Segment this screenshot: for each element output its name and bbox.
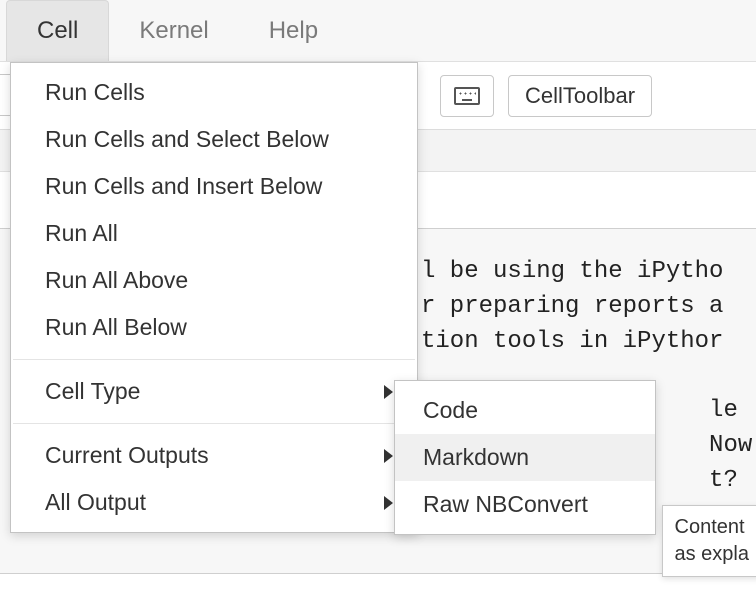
menu-divider — [13, 423, 415, 424]
menu-item-run-cells[interactable]: Run Cells — [11, 69, 417, 116]
menu-bar: Cell Kernel Help — [0, 0, 756, 62]
menu-item-label: Code — [423, 397, 478, 424]
menu-help[interactable]: Help — [239, 0, 348, 61]
tooltip-line: as expla — [675, 541, 750, 568]
menu-item-run-all[interactable]: Run All — [11, 210, 417, 257]
tooltip-line: Content — [675, 514, 750, 541]
menu-item-run-all-below[interactable]: Run All Below — [11, 304, 417, 351]
menu-item-label: All Output — [45, 489, 146, 516]
cell-dropdown-menu: Run Cells Run Cells and Select Below Run… — [10, 62, 418, 533]
menu-kernel[interactable]: Kernel — [109, 0, 238, 61]
menu-item-label: Run Cells and Select Below — [45, 126, 329, 153]
menu-cell[interactable]: Cell — [6, 0, 109, 61]
menu-item-label: Run Cells — [45, 79, 145, 106]
cell-toolbar-button[interactable]: CellToolbar — [508, 75, 652, 117]
menu-item-label: Raw NBConvert — [423, 491, 588, 518]
keyboard-shortcuts-button[interactable] — [440, 75, 494, 117]
chevron-right-icon — [384, 449, 393, 463]
menu-item-label: Run All Above — [45, 267, 188, 294]
menu-item-cell-type[interactable]: Cell Type — [11, 368, 417, 415]
menu-divider — [13, 359, 415, 360]
chevron-right-icon — [384, 385, 393, 399]
tooltip: Content as expla — [662, 505, 756, 577]
submenu-item-markdown[interactable]: Markdown — [395, 434, 655, 481]
menu-item-label: Run Cells and Insert Below — [45, 173, 322, 200]
menu-item-label: Current Outputs — [45, 442, 209, 469]
menu-item-run-cells-select-below[interactable]: Run Cells and Select Below — [11, 116, 417, 163]
submenu-item-raw-nbconvert[interactable]: Raw NBConvert — [395, 481, 655, 528]
menu-item-current-outputs[interactable]: Current Outputs — [11, 432, 417, 479]
chevron-right-icon — [384, 496, 393, 510]
menu-item-run-all-above[interactable]: Run All Above — [11, 257, 417, 304]
menu-item-label: Markdown — [423, 444, 529, 471]
menu-item-label: Cell Type — [45, 378, 140, 405]
cell-line: tion tools in iPythor — [421, 328, 723, 355]
menu-item-label: Run All — [45, 220, 118, 247]
submenu-item-code[interactable]: Code — [395, 387, 655, 434]
menu-item-run-cells-insert-below[interactable]: Run Cells and Insert Below — [11, 163, 417, 210]
cell-type-submenu: Code Markdown Raw NBConvert — [394, 380, 656, 535]
menu-item-all-output[interactable]: All Output — [11, 479, 417, 526]
keyboard-icon — [454, 87, 480, 105]
cell-line: l be using the iPytho — [421, 258, 723, 285]
menu-item-label: Run All Below — [45, 314, 187, 341]
cell-line: r preparing reports a — [421, 293, 723, 320]
